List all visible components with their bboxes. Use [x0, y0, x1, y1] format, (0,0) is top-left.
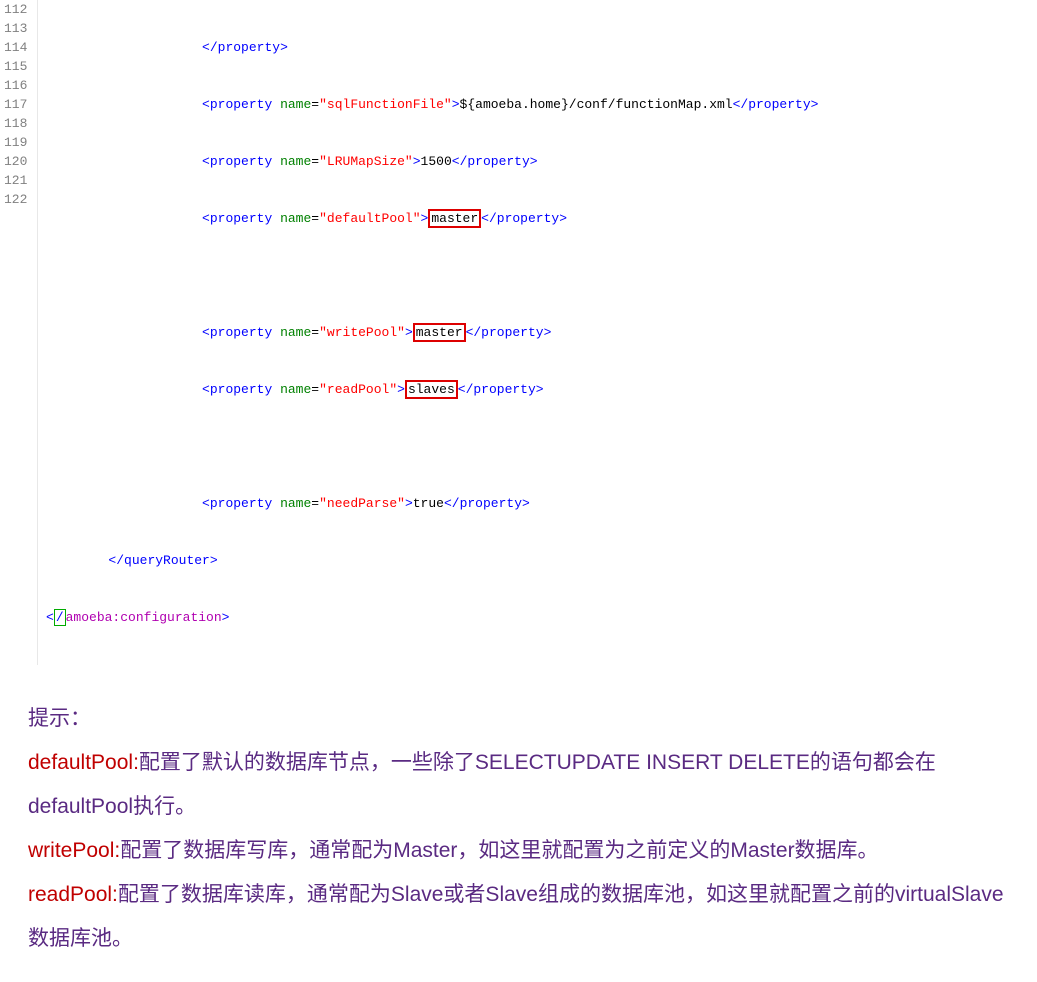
- line-number: 122: [4, 190, 37, 209]
- code-content: </property> <property name="sqlFunctionF…: [46, 0, 1037, 665]
- explanation-notes: 提示： defaultPool:配置了默认的数据库节点，一些除了SELECTUP…: [0, 677, 1037, 982]
- note-key-writepool: writePool:: [28, 839, 120, 862]
- code-line: [46, 437, 1037, 456]
- code-line: </amoeba:configuration>: [46, 608, 1037, 627]
- cursor-box: /: [54, 609, 66, 626]
- code-line: <property name="LRUMapSize">1500</proper…: [46, 152, 1037, 171]
- code-line: <property name="writePool">master</prope…: [46, 323, 1037, 342]
- code-line: <property name="needParse">true</propert…: [46, 494, 1037, 513]
- line-number: 113: [4, 19, 37, 38]
- line-number: 118: [4, 114, 37, 133]
- notes-title: 提示：: [28, 707, 91, 730]
- note-body: 配置了默认的数据库节点，一些除了SELECTUPDATE INSERT DELE…: [28, 751, 936, 818]
- line-number: 116: [4, 76, 37, 95]
- code-line: [46, 266, 1037, 285]
- line-number: 114: [4, 38, 37, 57]
- code-line: <property name="readPool">slaves</proper…: [46, 380, 1037, 399]
- line-number: 119: [4, 133, 37, 152]
- note-body: 配置了数据库读库，通常配为Slave或者Slave组成的数据库池，如这里就配置之…: [28, 883, 1004, 950]
- line-number: 117: [4, 95, 37, 114]
- line-number: 112: [4, 0, 37, 19]
- note-key-defaultpool: defaultPool:: [28, 751, 139, 774]
- note-body: 配置了数据库写库，通常配为Master，如这里就配置为之前定义的Master数据…: [120, 839, 878, 862]
- code-line: </queryRouter>: [46, 551, 1037, 570]
- line-number: 120: [4, 152, 37, 171]
- code-line: <property name="sqlFunctionFile">${amoeb…: [46, 95, 1037, 114]
- note-key-readpool: readPool:: [28, 883, 118, 906]
- highlight-box: master: [428, 209, 481, 228]
- line-number-gutter: 112 113 114 115 116 117 118 119 120 121 …: [0, 0, 38, 665]
- code-editor: 112 113 114 115 116 117 118 119 120 121 …: [0, 0, 1037, 665]
- code-line: <property name="defaultPool">master</pro…: [46, 209, 1037, 228]
- highlight-box: master: [413, 323, 466, 342]
- line-number: 121: [4, 171, 37, 190]
- highlight-box: slaves: [405, 380, 458, 399]
- line-number: 115: [4, 57, 37, 76]
- code-line: </property>: [46, 38, 1037, 57]
